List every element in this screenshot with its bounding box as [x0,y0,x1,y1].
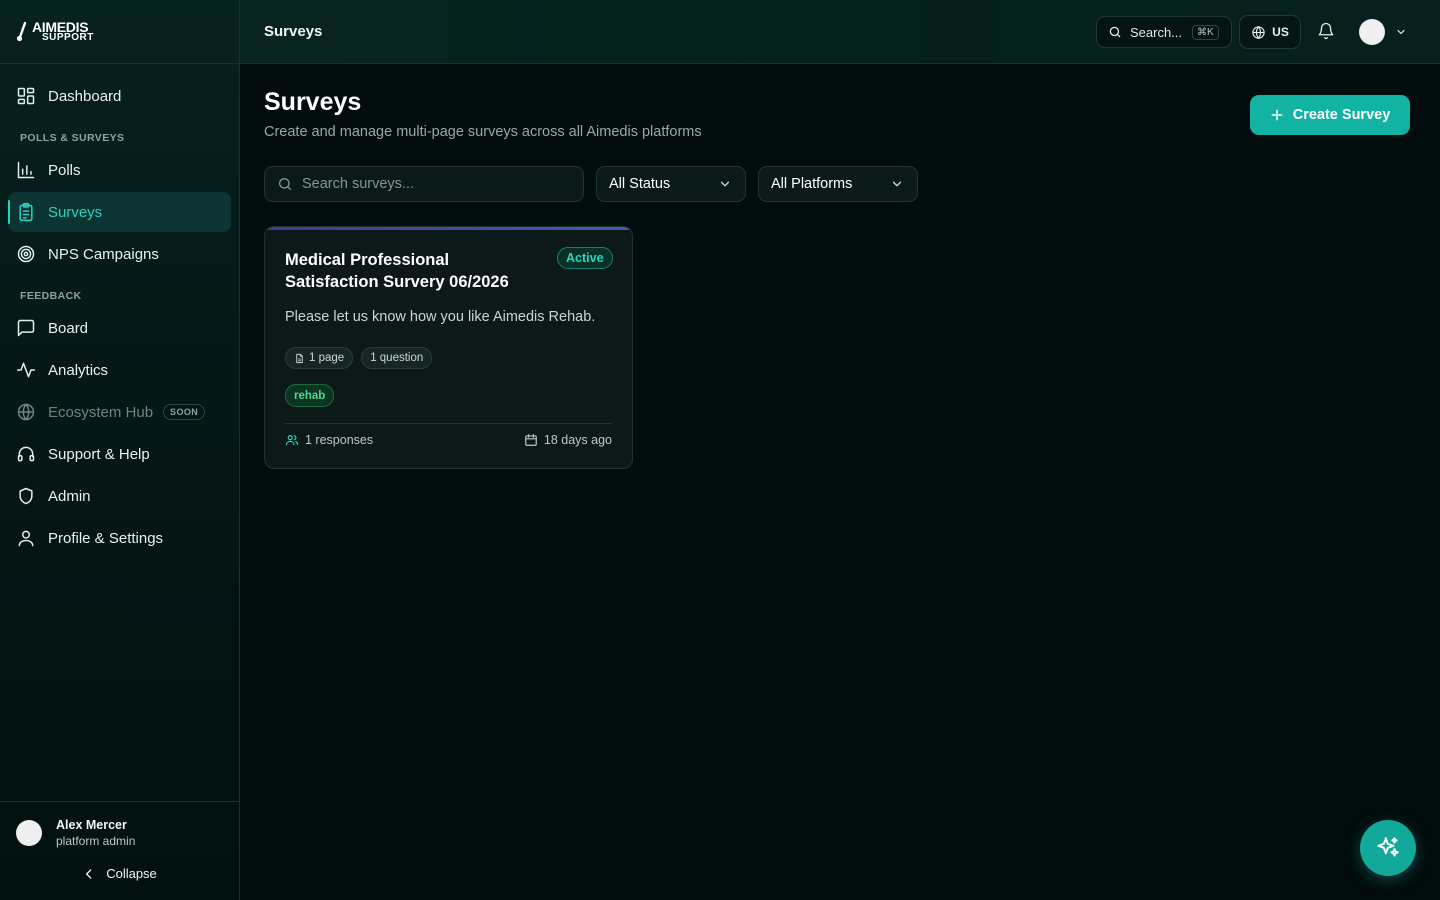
sidebar-item-label: Admin [48,487,91,505]
user-avatar-menu[interactable] [1359,19,1385,45]
questions-chip: 1 question [361,347,433,369]
sidebar: AIMEDIS SUPPORT Dashboard POLLS & SURVEY… [0,0,240,900]
global-search-button[interactable]: Search... ⌘K [1096,16,1232,48]
aimedis-logo[interactable]: AIMEDIS SUPPORT [16,18,94,43]
globe-icon [1252,25,1265,39]
sidebar-footer: Alex Mercer platform admin Collapse [0,801,239,900]
clipboard-icon [19,202,33,222]
logo-text-top: AIMEDIS [32,18,89,35]
status-filter-value: All Status [609,176,671,192]
page-subtitle: Create and manage multi-page surveys acr… [264,124,702,140]
sidebar-item-board[interactable]: Board [8,308,231,348]
sidebar-item-analytics[interactable]: Analytics [8,350,231,390]
user-role: platform admin [56,834,136,848]
sidebar-nav: Dashboard POLLS & SURVEYS Polls Surveys … [0,64,239,558]
breadcrumb: Surveys [264,23,323,40]
keyboard-shortcut: ⌘K [1192,24,1219,40]
section-label-feedback: FEEDBACK [20,290,82,302]
create-survey-label: Create Survey [1292,107,1391,123]
status-filter-select[interactable]: All Status [596,166,746,202]
sidebar-item-nps-campaigns[interactable]: NPS Campaigns [8,234,231,274]
sidebar-item-surveys[interactable]: Surveys [8,192,231,232]
bell-icon[interactable] [1317,22,1335,40]
collapse-label: Collapse [106,866,157,881]
sidebar-item-profile-settings[interactable]: Profile & Settings [8,518,231,558]
search-label: Search... [1130,24,1183,40]
users-icon [285,435,299,446]
sparkles-icon [1377,837,1399,857]
sidebar-item-support[interactable]: Support & Help [8,434,231,474]
sidebar-item-label: Board [48,319,89,337]
sidebar-item-label: Ecosystem Hub [48,403,154,421]
sidebar-item-dashboard[interactable]: Dashboard [8,76,231,116]
soon-badge: SOON [163,404,206,420]
user-icon [18,530,34,547]
survey-card[interactable]: Medical Professional Satisfaction Surver… [264,226,633,469]
language-code: US [1272,25,1289,39]
dashboard-grid-icon [17,87,35,105]
platform-filter-select[interactable]: All Platforms [758,166,918,202]
survey-stats: 1 page 1 question [285,347,433,369]
platform-tag: rehab [285,384,335,407]
user-name: Alex Mercer [56,818,127,832]
sidebar-item-polls[interactable]: Polls [8,150,231,190]
calendar-icon [525,434,537,446]
sidebar-item-label: Surveys [48,203,103,221]
chevron-left-icon [86,868,92,879]
message-square-icon [17,319,35,337]
activity-icon [16,362,36,378]
top-bar: Surveys Search... ⌘K US [240,0,1440,64]
date-label: 18 days ago [543,433,612,447]
survey-description: Please let us know how you like Aimedis … [285,309,596,325]
chevron-down-icon [720,181,730,187]
sidebar-item-label: Dashboard [48,87,122,105]
chevron-down-icon[interactable] [1395,26,1407,38]
language-selector[interactable]: US [1239,15,1301,49]
sidebar-item-label: Profile & Settings [48,529,164,547]
survey-search-input[interactable] [302,176,562,192]
survey-search-field[interactable] [264,166,584,202]
globe-icon [17,403,35,421]
logo-area: AIMEDIS SUPPORT [0,0,239,64]
sidebar-item-admin[interactable]: Admin [8,476,231,516]
pages-chip: 1 page [285,347,354,369]
card-divider [285,423,612,424]
headphones-icon [17,446,35,462]
shield-icon [19,487,33,505]
collapse-button[interactable]: Collapse [16,866,223,881]
survey-title: Medical Professional Satisfaction Surver… [285,251,509,291]
create-survey-button[interactable]: Create Survey [1250,95,1410,135]
responses-label: 1 responses [305,433,374,447]
file-icon [296,353,303,363]
questions-count: 1 question [370,352,424,364]
sidebar-item-label: Analytics [48,361,109,379]
logo-mark-icon [16,21,27,41]
card-accent-bar [265,227,632,230]
status-badge: Active [557,247,613,269]
avatar [16,820,42,846]
survey-date: 18 days ago [524,433,612,447]
bar-chart-icon [17,161,35,179]
user-profile[interactable]: Alex Mercer platform admin [16,818,223,848]
plus-icon [1271,109,1283,121]
logo-text-bottom: SUPPORT [42,31,94,43]
platform-filter-value: All Platforms [771,176,853,192]
responses-count: 1 responses [285,433,373,447]
search-icon [279,178,291,190]
search-icon [1109,26,1121,38]
sidebar-item-ecosystem-hub: Ecosystem Hub SOON [8,392,231,432]
sidebar-item-label: NPS Campaigns [48,245,159,263]
ai-assistant-button[interactable] [1360,820,1416,876]
sidebar-item-label: Polls [48,161,81,179]
target-icon [17,245,35,263]
chevron-down-icon [892,181,902,187]
page-title: Surveys [264,88,362,116]
sidebar-item-label: Support & Help [48,445,150,463]
section-label-polls: POLLS & SURVEYS [20,132,125,144]
pages-count: 1 page [309,352,345,364]
